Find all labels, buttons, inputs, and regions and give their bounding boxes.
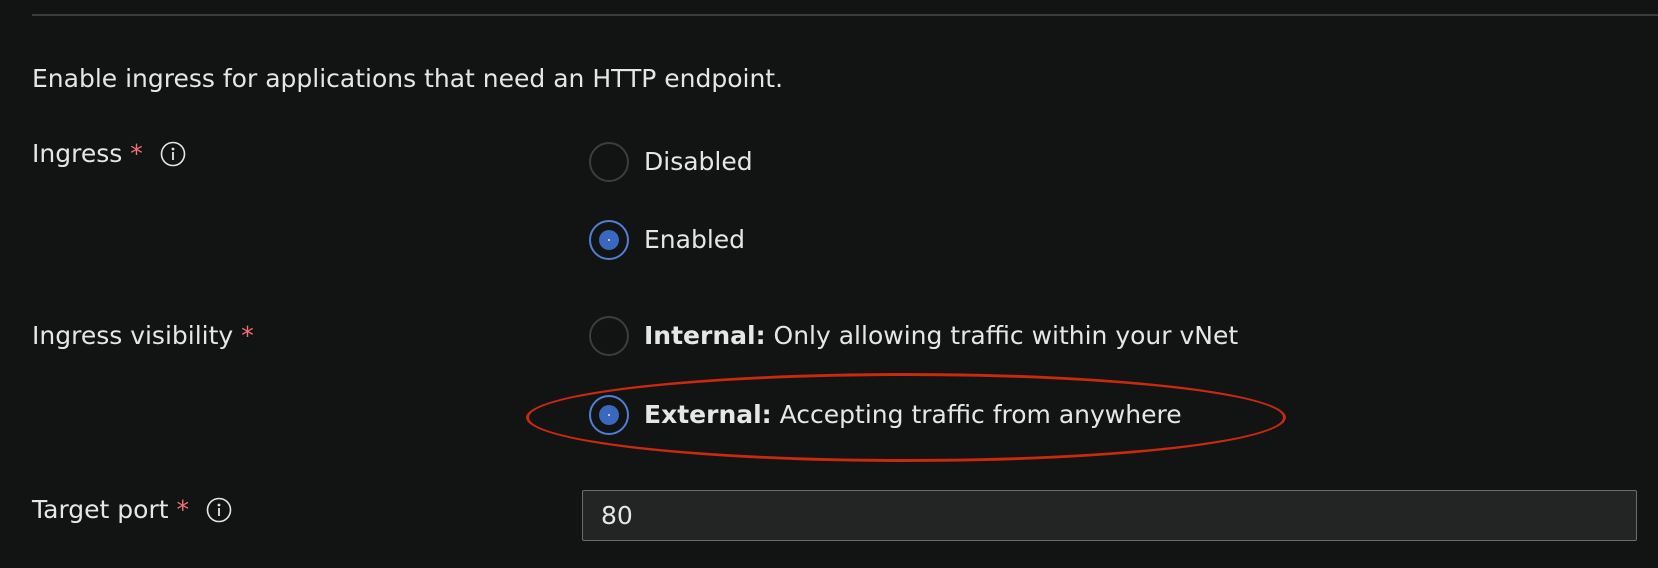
radio-label-desc: Only allowing traffic within your vNet: [773, 321, 1239, 350]
radio-label: External: Accepting traffic from anywher…: [644, 398, 1182, 432]
required-asterisk: *: [176, 495, 190, 524]
radio-label-bold: Internal:: [644, 321, 766, 350]
radio-button[interactable]: [589, 142, 629, 182]
target-port-input[interactable]: [582, 490, 1637, 541]
info-icon[interactable]: [160, 141, 186, 167]
ingress-label: Ingress: [32, 139, 123, 168]
radio-label-bold: External:: [644, 400, 772, 429]
ingress-label-group: Ingress *: [32, 137, 186, 171]
radio-label: Enabled: [644, 225, 746, 254]
radio-label-desc: Accepting traffic from anywhere: [779, 400, 1182, 429]
radio-button-selected[interactable]: [589, 220, 629, 260]
radio-label: Internal: Only allowing traffic within y…: [644, 319, 1238, 353]
intro-text: Enable ingress for applications that nee…: [32, 64, 784, 93]
radio-ingress-disabled[interactable]: Disabled: [589, 140, 753, 184]
target-port-label-group: Target port *: [32, 493, 232, 527]
radio-visibility-internal[interactable]: Internal: Only allowing traffic within y…: [589, 314, 1238, 358]
section-divider: [32, 14, 1658, 16]
radio-button[interactable]: [589, 316, 629, 356]
radio-button-selected[interactable]: [589, 395, 629, 435]
radio-ingress-enabled[interactable]: Enabled: [589, 218, 745, 262]
required-asterisk: *: [241, 321, 254, 350]
ingress-visibility-label-group: Ingress visibility *: [32, 319, 254, 353]
radio-visibility-external[interactable]: External: Accepting traffic from anywher…: [589, 393, 1182, 437]
info-icon[interactable]: [206, 497, 232, 523]
required-asterisk: *: [130, 139, 143, 168]
target-port-label: Target port: [32, 495, 169, 524]
radio-label: Disabled: [644, 147, 753, 176]
ingress-visibility-label: Ingress visibility: [32, 321, 234, 350]
